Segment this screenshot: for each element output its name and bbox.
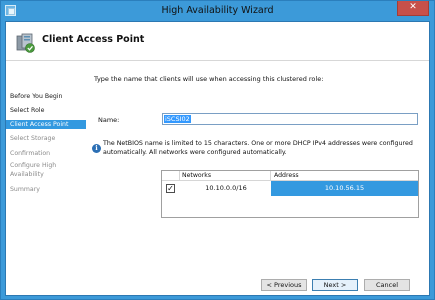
wizard-steps-nav: Before You Begin Select Role Client Acce… bbox=[6, 61, 86, 279]
network-cell: 10.10.0.0/16 bbox=[205, 184, 247, 192]
step-confirmation: Confirmation bbox=[10, 150, 51, 157]
title-bar[interactable]: High Availability Wizard ✕ bbox=[1, 1, 434, 21]
step-select-role[interactable]: Select Role bbox=[6, 106, 86, 115]
info-icon: i bbox=[92, 144, 101, 153]
previous-button[interactable]: < Previous bbox=[261, 279, 307, 291]
step-select-storage: Select Storage bbox=[10, 135, 56, 142]
cancel-button[interactable]: Cancel bbox=[364, 279, 410, 291]
address-cell[interactable]: 10.10.56.15 bbox=[271, 181, 418, 196]
name-label: Name: bbox=[98, 116, 120, 124]
next-button[interactable]: Next > bbox=[312, 279, 358, 291]
name-field-value[interactable]: iSCSI02 bbox=[164, 115, 191, 123]
window-title: High Availability Wizard bbox=[161, 5, 274, 16]
column-header-networks[interactable]: Networks bbox=[182, 172, 211, 179]
wizard-header: Client Access Point bbox=[6, 22, 429, 61]
column-header-address[interactable]: Address bbox=[274, 172, 299, 179]
cluster-wizard-icon bbox=[16, 33, 35, 53]
page-title: Client Access Point bbox=[42, 34, 145, 45]
grid-header: Networks Address bbox=[162, 171, 418, 181]
table-row[interactable]: ✓ 10.10.0.0/16 10.10.56.15 bbox=[162, 181, 418, 196]
column-divider[interactable] bbox=[270, 171, 271, 181]
header-check-column bbox=[162, 171, 180, 181]
wizard-footer: < Previous Next > Cancel bbox=[6, 279, 429, 295]
wizard-window: High Availability Wizard ✕ Client Access… bbox=[0, 0, 435, 300]
info-message: The NetBIOS name is limited to 15 charac… bbox=[103, 140, 413, 156]
network-checkbox[interactable]: ✓ bbox=[166, 184, 175, 193]
name-prompt: Type the name that clients will use when… bbox=[94, 75, 324, 83]
wizard-content: Type the name that clients will use when… bbox=[86, 61, 429, 279]
wizard-client-area: Client Access Point Before You Begin Sel… bbox=[5, 21, 430, 296]
networks-grid: Networks Address ✓ 10.10.0.0/16 10.10.56… bbox=[161, 170, 419, 218]
step-before-you-begin[interactable]: Before You Begin bbox=[6, 92, 86, 101]
step-client-access-point[interactable]: Client Access Point bbox=[6, 120, 86, 129]
name-field[interactable]: iSCSI02 bbox=[162, 113, 418, 125]
step-configure-high-availability: Configure High Availability bbox=[10, 162, 57, 178]
step-summary: Summary bbox=[10, 186, 40, 193]
close-button[interactable]: ✕ bbox=[397, 1, 429, 16]
